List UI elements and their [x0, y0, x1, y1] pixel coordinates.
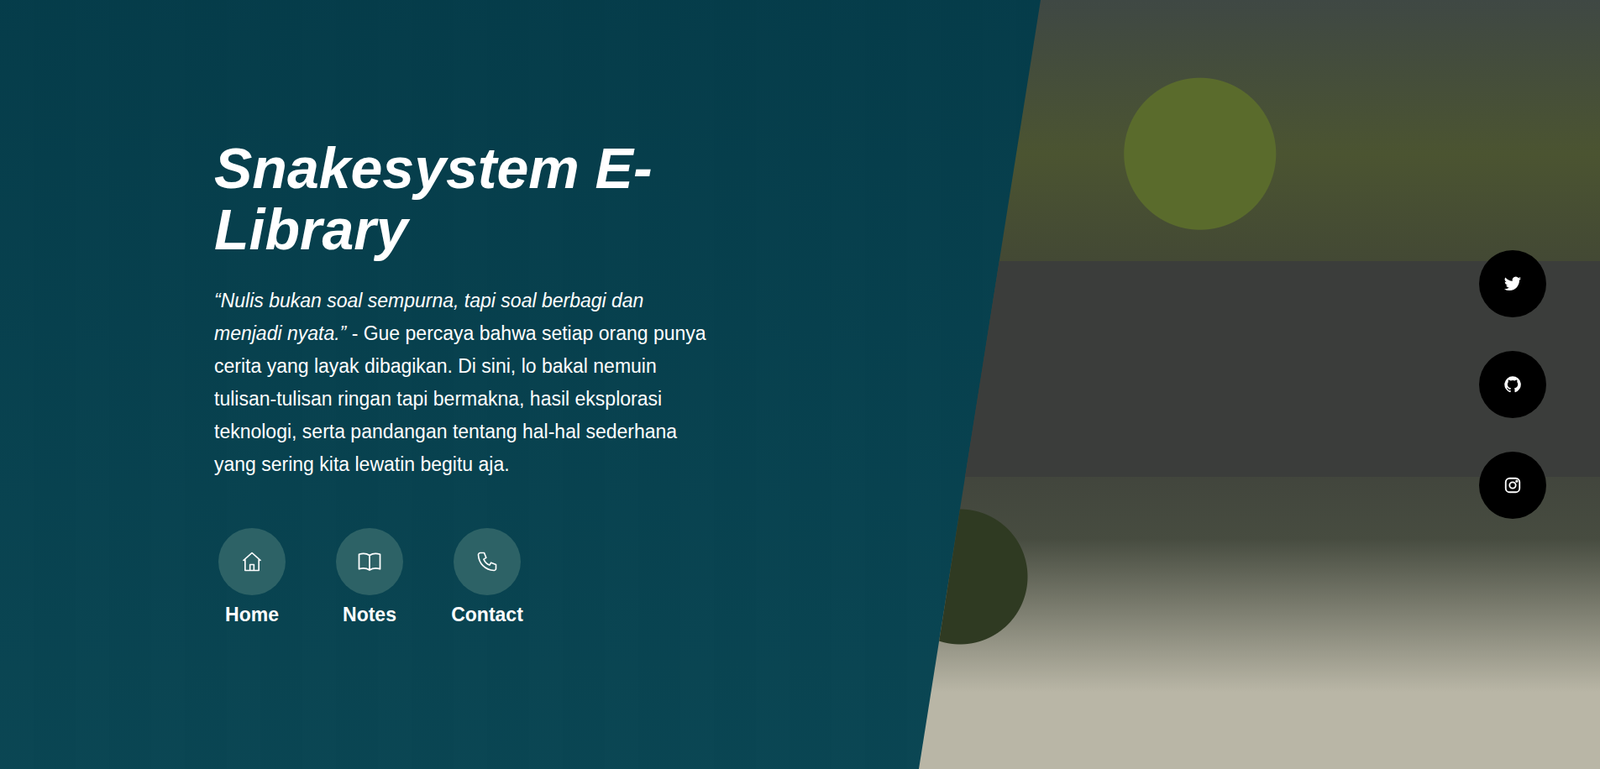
social-button[interactable] [1479, 351, 1547, 419]
hero-quote: “Nulis bukan soal sempurna, tapi soal be… [214, 289, 644, 345]
nav-button[interactable] [335, 528, 404, 596]
nav-button[interactable] [453, 528, 521, 596]
page: Snakesystem E-Library “Nulis bukan soal … [0, 0, 1600, 769]
github-icon [1503, 375, 1522, 394]
main-nav: Home Notes Contact [214, 528, 719, 627]
nav-label[interactable]: Contact [451, 603, 524, 627]
instagram-icon [1503, 476, 1522, 495]
book-icon [356, 549, 383, 575]
social-links [1479, 250, 1600, 520]
hero-title: Snakesystem E-Library [214, 137, 685, 262]
city-photo [0, 0, 1600, 769]
social-button[interactable] [1479, 250, 1547, 318]
nav-label[interactable]: Home [225, 603, 279, 627]
social-button[interactable] [1479, 451, 1547, 520]
nav-item[interactable]: Notes [331, 528, 408, 627]
home-icon [240, 550, 264, 574]
nav-item[interactable]: Home [214, 528, 290, 627]
nav-button[interactable] [218, 528, 286, 596]
hero: Snakesystem E-Library “Nulis bukan soal … [0, 0, 719, 627]
twitter-icon [1503, 274, 1522, 294]
nav-item[interactable]: Contact [449, 528, 525, 627]
phone-icon [475, 550, 499, 574]
hero-description: “Nulis bukan soal sempurna, tapi soal be… [214, 284, 710, 482]
nav-label[interactable]: Notes [342, 603, 397, 627]
